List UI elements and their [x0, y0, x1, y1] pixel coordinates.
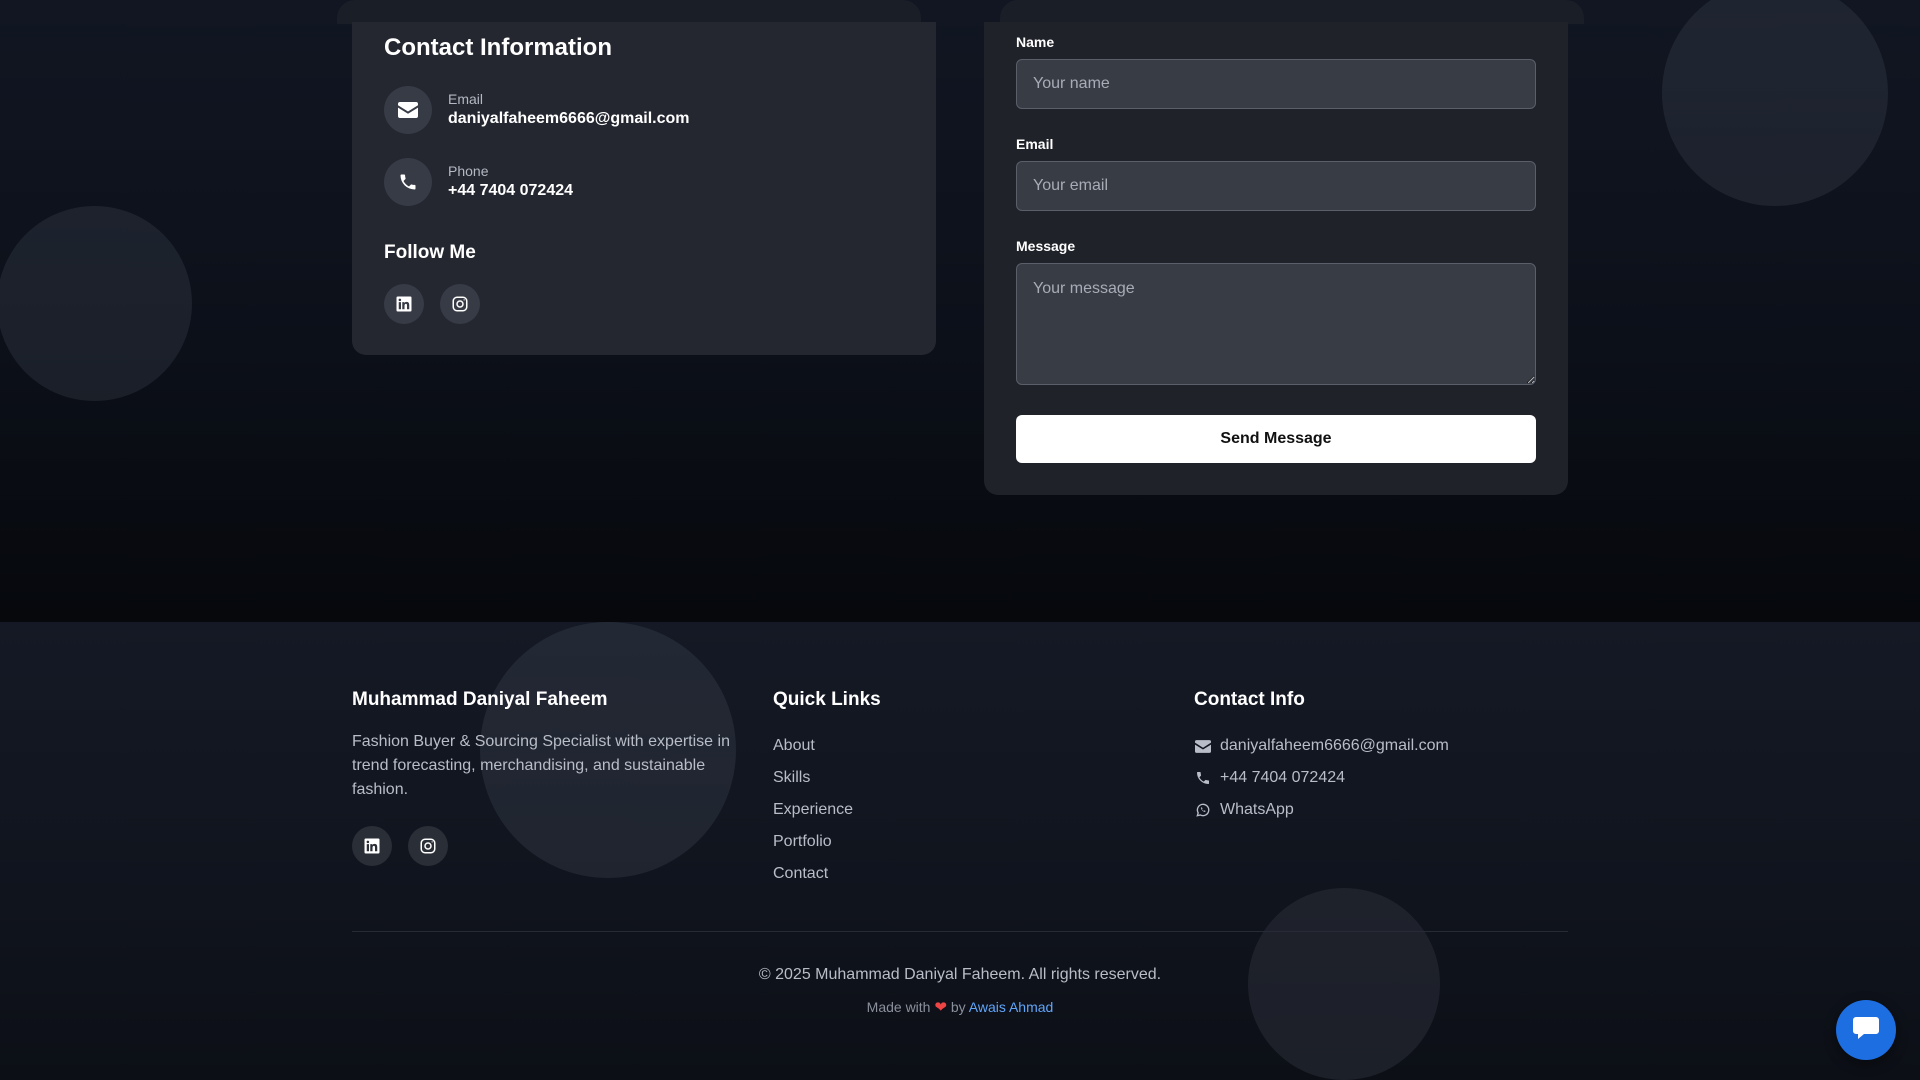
decorative-circle — [1248, 888, 1440, 1080]
copyright-text: © 2025 Muhammad Daniyal Faheem. All righ… — [758, 966, 1162, 983]
phone-value[interactable]: +44 7404 072424 — [448, 180, 573, 202]
footer-divider — [352, 931, 1568, 932]
author-link[interactable]: Awais Ahmad — [969, 999, 1054, 1015]
contact-section: Contact Information Email daniyalfaheem6… — [0, 0, 1920, 622]
contact-form: Name Email Message Send Message — [984, 22, 1568, 495]
chat-bubble-icon — [1852, 1015, 1880, 1046]
name-input[interactable] — [1016, 59, 1536, 109]
footer-contact-column: Contact Info daniyalfaheem6666@gmail.com… — [1194, 688, 1574, 826]
name-field-label: Name — [1016, 34, 1055, 50]
footer-brand-description: Fashion Buyer & Sourcing Specialist with… — [352, 733, 730, 798]
quick-link-experience[interactable]: Experience — [773, 794, 1073, 826]
decorative-circle — [0, 206, 192, 401]
footer-phone-item[interactable]: +44 7404 072424 — [1194, 762, 1574, 794]
decorative-circle — [1662, 0, 1888, 206]
phone-icon — [384, 158, 432, 206]
instagram-icon[interactable] — [440, 284, 480, 324]
chat-button[interactable] — [1836, 1000, 1896, 1060]
message-field-label: Message — [1016, 238, 1076, 254]
contact-info-title: Contact Info — [1194, 689, 1305, 710]
footer-email-text: daniyalfaheem6666@gmail.com — [1220, 737, 1449, 754]
social-links — [384, 284, 480, 324]
quick-links-title: Quick Links — [773, 689, 881, 710]
quick-link-contact[interactable]: Contact — [773, 858, 1073, 890]
follow-me-title: Follow Me — [384, 242, 476, 263]
made-with-prefix: Made with — [866, 999, 931, 1015]
card-top-edge — [1000, 0, 1584, 24]
envelope-icon — [1194, 739, 1212, 753]
footer: Muhammad Daniyal Faheem Fashion Buyer & … — [0, 622, 1920, 1080]
linkedin-icon[interactable] — [384, 284, 424, 324]
email-input[interactable] — [1016, 161, 1536, 211]
quick-link-skills[interactable]: Skills — [773, 762, 1073, 794]
page: Contact Information Email daniyalfaheem6… — [0, 0, 1920, 1080]
footer-brand-column: Muhammad Daniyal Faheem Fashion Buyer & … — [352, 688, 732, 866]
phone-icon — [1194, 770, 1212, 786]
contact-phone-row: Phone +44 7404 072424 — [384, 158, 573, 206]
footer-phone-text: +44 7404 072424 — [1220, 769, 1346, 786]
envelope-icon — [384, 86, 432, 134]
footer-brand-name: Muhammad Daniyal Faheem — [352, 689, 608, 710]
footer-whatsapp-text: WhatsApp — [1220, 801, 1294, 818]
quick-links-list: About Skills Experience Portfolio Contac… — [773, 730, 1073, 890]
whatsapp-icon — [1194, 802, 1212, 818]
made-with-credit: Made with ❤ by Awais Ahmad — [0, 998, 1920, 1016]
card-top-edge — [337, 0, 921, 24]
contact-information-card: Contact Information Email daniyalfaheem6… — [352, 22, 936, 355]
contact-email-row: Email daniyalfaheem6666@gmail.com — [384, 86, 689, 134]
footer-social-links — [352, 826, 732, 866]
footer-email-item[interactable]: daniyalfaheem6666@gmail.com — [1194, 730, 1574, 762]
send-message-button[interactable]: Send Message — [1016, 415, 1536, 463]
email-value[interactable]: daniyalfaheem6666@gmail.com — [448, 108, 689, 130]
email-field-label: Email — [1016, 136, 1054, 152]
contact-information-title: Contact Information — [384, 34, 612, 61]
email-label: Email — [448, 91, 484, 107]
heart-icon: ❤ — [934, 999, 947, 1016]
quick-link-portfolio[interactable]: Portfolio — [773, 826, 1073, 858]
made-with-by: by — [950, 999, 966, 1015]
phone-label: Phone — [448, 163, 489, 179]
linkedin-icon[interactable] — [352, 826, 392, 866]
footer-quick-links-column: Quick Links About Skills Experience Port… — [773, 688, 1073, 890]
quick-link-about[interactable]: About — [773, 730, 1073, 762]
instagram-icon[interactable] — [408, 826, 448, 866]
message-textarea[interactable] — [1016, 263, 1536, 385]
footer-whatsapp-item[interactable]: WhatsApp — [1194, 794, 1574, 826]
